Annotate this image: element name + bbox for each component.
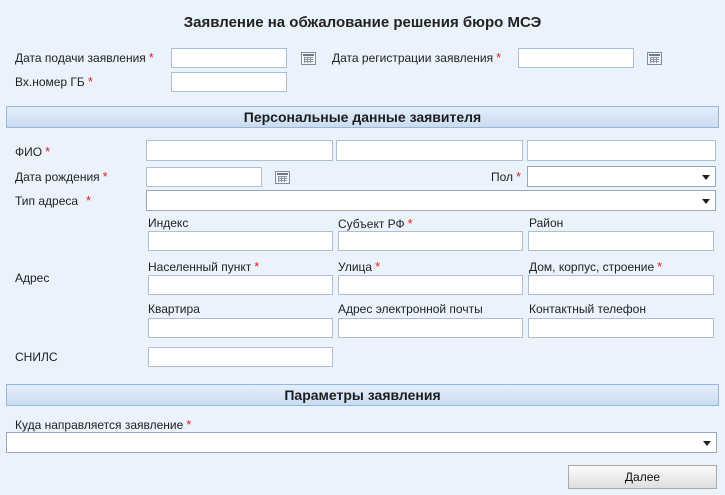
destination-select[interactable] — [6, 432, 717, 453]
required-marker: * — [496, 50, 502, 65]
region-label: Субъект РФ * — [338, 216, 413, 231]
calendar-icon[interactable] — [275, 171, 290, 184]
required-marker: * — [375, 259, 381, 274]
submit-date-input[interactable] — [171, 48, 287, 68]
address-label: Адрес — [15, 271, 50, 285]
page-title: Заявление на обжалование решения бюро МС… — [183, 14, 542, 31]
required-marker: * — [186, 417, 192, 432]
required-marker: * — [516, 169, 522, 184]
submit-date-label: Дата подачи заявления * — [15, 50, 154, 65]
destination-label-text: Куда направляется заявление — [15, 418, 184, 432]
destination-label: Куда направляется заявление * — [15, 417, 191, 432]
required-marker: * — [407, 216, 413, 231]
registration-date-label: Дата регистрации заявления * — [332, 50, 501, 65]
district-input[interactable] — [528, 231, 714, 251]
email-label: Адрес электронной почты — [338, 302, 483, 316]
birth-date-input[interactable] — [146, 167, 262, 187]
phone-label: Контактный телефон — [529, 302, 646, 316]
middle-name-input[interactable] — [527, 140, 716, 161]
chevron-down-icon — [702, 175, 710, 180]
required-marker: * — [102, 169, 108, 184]
registration-date-input[interactable] — [518, 48, 634, 68]
index-input[interactable] — [148, 231, 333, 251]
last-name-input[interactable] — [146, 140, 333, 161]
birth-date-label-text: Дата рождения — [15, 170, 100, 184]
first-name-input[interactable] — [336, 140, 523, 161]
email-input[interactable] — [338, 318, 523, 338]
phone-input[interactable] — [528, 318, 714, 338]
address-type-label: Тип адреса * — [15, 193, 91, 208]
incoming-number-label: Вх.номер ГБ * — [15, 74, 93, 89]
registration-date-label-text: Дата регистрации заявления — [332, 51, 494, 65]
street-input[interactable] — [338, 275, 523, 295]
required-marker: * — [148, 50, 154, 65]
gender-select[interactable] — [527, 166, 716, 187]
locality-input[interactable] — [148, 275, 333, 295]
next-button[interactable]: Далее — [568, 465, 717, 489]
fio-label: ФИО * — [15, 144, 50, 159]
calendar-icon[interactable] — [647, 52, 662, 65]
apartment-label: Квартира — [148, 302, 200, 316]
index-label: Индекс — [148, 216, 189, 230]
street-label-text: Улица — [338, 260, 373, 274]
gender-label-text: Пол — [491, 170, 514, 184]
house-input[interactable] — [528, 275, 714, 295]
address-type-select[interactable] — [146, 190, 716, 211]
incoming-number-input[interactable] — [171, 72, 287, 92]
region-input[interactable] — [338, 231, 523, 251]
fio-label-text: ФИО — [15, 145, 43, 159]
gender-label: Пол * — [491, 169, 521, 184]
address-type-label-text: Тип адреса — [15, 194, 79, 208]
snils-input[interactable] — [148, 347, 333, 367]
calendar-icon[interactable] — [301, 52, 316, 65]
region-label-text: Субъект РФ — [338, 217, 405, 231]
chevron-down-icon — [703, 441, 711, 446]
locality-label: Населенный пункт * — [148, 259, 259, 274]
required-marker: * — [657, 259, 663, 274]
birth-date-label: Дата рождения * — [15, 169, 108, 184]
house-label-text: Дом, корпус, строение — [529, 260, 655, 274]
required-marker: * — [254, 259, 260, 274]
submit-date-label-text: Дата подачи заявления — [15, 51, 146, 65]
locality-label-text: Населенный пункт — [148, 260, 252, 274]
snils-label: СНИЛС — [15, 350, 58, 364]
house-label: Дом, корпус, строение * — [529, 259, 662, 274]
district-label: Район — [529, 216, 564, 230]
params-section-header: Параметры заявления — [6, 384, 719, 406]
required-marker: * — [87, 74, 93, 89]
street-label: Улица * — [338, 259, 380, 274]
required-marker: * — [86, 193, 92, 208]
chevron-down-icon — [702, 199, 710, 204]
incoming-number-label-text: Вх.номер ГБ — [15, 75, 85, 89]
apartment-input[interactable] — [148, 318, 333, 338]
personal-data-section-header: Персональные данные заявителя — [6, 106, 719, 128]
required-marker: * — [45, 144, 51, 159]
